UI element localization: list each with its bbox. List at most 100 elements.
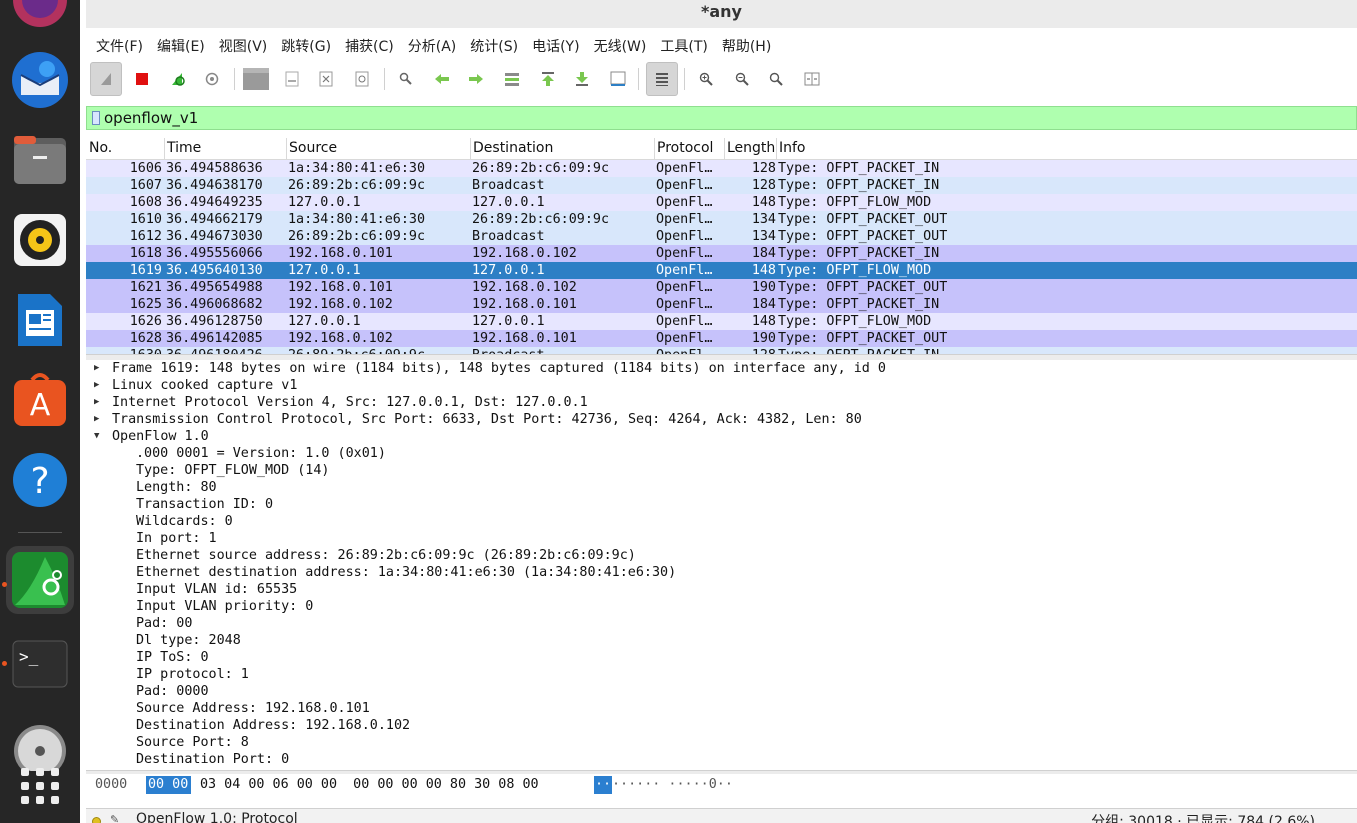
- zoom-out-icon[interactable]: [726, 62, 758, 96]
- zoom-normal-icon[interactable]: [760, 62, 792, 96]
- menu-view[interactable]: 视图(V): [219, 36, 268, 56]
- reload-file-icon[interactable]: [346, 62, 378, 96]
- go-first-icon[interactable]: [532, 62, 564, 96]
- close-file-icon[interactable]: [310, 62, 342, 96]
- packet-bytes-pane[interactable]: 0000 00 00 03 04 00 06 00 00 00 00 00 00…: [86, 774, 1357, 806]
- col-header-length[interactable]: Length: [727, 140, 775, 156]
- terminal-icon[interactable]: >_: [6, 630, 74, 698]
- go-forward-icon[interactable]: [460, 62, 492, 96]
- packet-row[interactable]: 1606 36.494588636 1a:34:80:41:e6:30 26:89:2…: [86, 160, 1357, 177]
- packet-list[interactable]: 1606 36.494588636 1a:34:80:41:e6:30 26:89:2…: [86, 160, 1357, 354]
- detail-field[interactable]: IP protocol: 1: [136, 666, 249, 683]
- open-file-icon[interactable]: [240, 62, 272, 96]
- menu-help[interactable]: 帮助(H): [722, 36, 771, 56]
- detail-field[interactable]: Input VLAN id: 65535: [136, 581, 297, 598]
- capture-options-icon[interactable]: [196, 62, 228, 96]
- detail-field[interactable]: Ethernet destination address: 1a:34:80:4…: [136, 564, 676, 581]
- go-to-packet-icon[interactable]: [496, 62, 528, 96]
- help-icon[interactable]: ?: [6, 446, 74, 514]
- hex-selected[interactable]: 00 00: [148, 777, 188, 792]
- col-header-protocol[interactable]: Protocol: [657, 140, 713, 156]
- packet-row[interactable]: 1630 36.496180426 26:89:2b:c6:09:9c Broadca…: [86, 347, 1357, 354]
- packet-row[interactable]: 1610 36.494662179 1a:34:80:41:e6:30 26:89:2…: [86, 211, 1357, 228]
- resize-columns-icon[interactable]: [796, 62, 828, 96]
- packet-row[interactable]: 1608 36.494649235 127.0.0.1 127.0.0.1 OpenFl…: [86, 194, 1357, 211]
- show-apps-icon[interactable]: [20, 768, 60, 808]
- files-icon[interactable]: [6, 126, 74, 194]
- packet-details-pane[interactable]: ▶ Frame 1619: 148 bytes on wire (1184 bit…: [86, 360, 1357, 770]
- detail-tree-item-expanded[interactable]: ▼ OpenFlow 1.0: [86, 428, 1357, 445]
- auto-scroll-icon[interactable]: [602, 62, 634, 96]
- expand-arrow-icon[interactable]: ▶: [94, 377, 104, 394]
- col-header-info[interactable]: Info: [779, 140, 806, 156]
- detail-field[interactable]: Ethernet source address: 26:89:2b:c6:09:…: [136, 547, 636, 564]
- detail-field[interactable]: Wildcards: 0: [136, 513, 233, 530]
- writer-icon[interactable]: [6, 286, 74, 354]
- detail-field[interactable]: Source Address: 192.168.0.101: [136, 700, 370, 717]
- detail-field[interactable]: Type: OFPT_FLOW_MOD (14): [136, 462, 329, 479]
- colorize-icon[interactable]: [646, 62, 678, 96]
- expand-arrow-icon[interactable]: ▶: [94, 360, 104, 377]
- detail-tree-item[interactable]: ▶ Transmission Control Protocol, Src Port…: [86, 411, 1357, 428]
- app-center-icon[interactable]: A: [6, 366, 74, 434]
- display-filter-input[interactable]: [104, 109, 1304, 127]
- menu-go[interactable]: 跳转(G): [281, 36, 331, 56]
- menu-statistics[interactable]: 统计(S): [470, 36, 518, 56]
- detail-field[interactable]: In port: 1: [136, 530, 217, 547]
- rhythmbox-icon[interactable]: [6, 206, 74, 274]
- menu-edit[interactable]: 编辑(E): [157, 36, 205, 56]
- col-header-time[interactable]: Time: [167, 140, 201, 156]
- expert-info-icon[interactable]: [92, 817, 101, 823]
- packet-row[interactable]: 1628 36.496142085 192.168.0.102 192.168.0.1…: [86, 330, 1357, 347]
- detail-tree-item[interactable]: ▶ Frame 1619: 148 bytes on wire (1184 bit…: [86, 360, 1357, 377]
- packet-row[interactable]: 1626 36.496128750 127.0.0.1 127.0.0.1 OpenFl…: [86, 313, 1357, 330]
- menu-tools[interactable]: 工具(T): [660, 36, 707, 56]
- restart-capture-icon[interactable]: [162, 62, 194, 96]
- find-packet-icon[interactable]: [390, 62, 422, 96]
- wireshark-icon[interactable]: [6, 546, 74, 614]
- menu-capture[interactable]: 捕获(C): [345, 36, 394, 56]
- packet-row[interactable]: 1621 36.495654988 192.168.0.101 192.168.0.1…: [86, 279, 1357, 296]
- detail-field[interactable]: IP ToS: 0: [136, 649, 209, 666]
- zoom-in-icon[interactable]: [690, 62, 722, 96]
- go-last-icon[interactable]: [566, 62, 598, 96]
- detail-tree-item[interactable]: ▶ Linux cooked capture v1: [86, 377, 1357, 394]
- ascii-selected[interactable]: ··: [595, 777, 611, 792]
- detail-field[interactable]: Transaction ID: 0: [136, 496, 273, 513]
- col-header-destination[interactable]: Destination: [473, 140, 553, 156]
- save-file-icon[interactable]: [276, 62, 308, 96]
- expand-arrow-icon[interactable]: ▶: [94, 394, 104, 411]
- detail-field[interactable]: Input VLAN priority: 0: [136, 598, 313, 615]
- detail-field[interactable]: Pad: 00: [136, 615, 192, 632]
- bookmark-icon[interactable]: [92, 111, 100, 125]
- col-header-source[interactable]: Source: [289, 140, 337, 156]
- thunderbird-icon[interactable]: [6, 46, 74, 114]
- detail-field[interactable]: Pad: 0000: [136, 683, 209, 700]
- detail-tree-item[interactable]: ▶ Internet Protocol Version 4, Src: 127.0…: [86, 394, 1357, 411]
- stop-capture-icon[interactable]: [126, 62, 158, 96]
- packet-row[interactable]: 1607 36.494638170 26:89:2b:c6:09:9c Broadca…: [86, 177, 1357, 194]
- expand-arrow-icon[interactable]: ▶: [94, 411, 104, 428]
- go-back-icon[interactable]: [426, 62, 458, 96]
- detail-field[interactable]: Source Port: 8: [136, 734, 249, 751]
- detail-field[interactable]: Length: 80: [136, 479, 217, 496]
- packet-row[interactable]: 1618 36.495556066 192.168.0.101 192.168.0.1…: [86, 245, 1357, 262]
- packet-row-selected[interactable]: 1619 36.495640130 127.0.0.1 127.0.0.1 OpenFl…: [86, 262, 1357, 279]
- firefox-icon[interactable]: [6, 0, 74, 34]
- col-header-no[interactable]: No.: [89, 140, 112, 156]
- start-capture-icon[interactable]: [90, 62, 122, 96]
- menu-file[interactable]: 文件(F): [96, 36, 143, 56]
- ascii-bytes[interactable]: ······ ·····0··: [612, 777, 733, 792]
- detail-field[interactable]: Destination Address: 192.168.0.102: [136, 717, 410, 734]
- collapse-arrow-icon[interactable]: ▼: [94, 428, 104, 445]
- edit-comment-icon[interactable]: ✎: [110, 813, 119, 823]
- detail-field[interactable]: Dl type: 2048: [136, 632, 241, 649]
- detail-field[interactable]: Destination Port: 0: [136, 751, 289, 768]
- packet-row[interactable]: 1625 36.496068682 192.168.0.102 192.168.0.1…: [86, 296, 1357, 313]
- menu-analyze[interactable]: 分析(A): [408, 36, 457, 56]
- menu-wireless[interactable]: 无线(W): [594, 36, 647, 56]
- hex-bytes[interactable]: 03 04 00 06 00 00 00 00 00 00 80 30 08 0…: [200, 777, 539, 792]
- menu-telephony[interactable]: 电话(Y): [532, 36, 579, 56]
- packet-row[interactable]: 1612 36.494673030 26:89:2b:c6:09:9c Broadca…: [86, 228, 1357, 245]
- detail-field[interactable]: .000 0001 = Version: 1.0 (0x01): [136, 445, 386, 462]
